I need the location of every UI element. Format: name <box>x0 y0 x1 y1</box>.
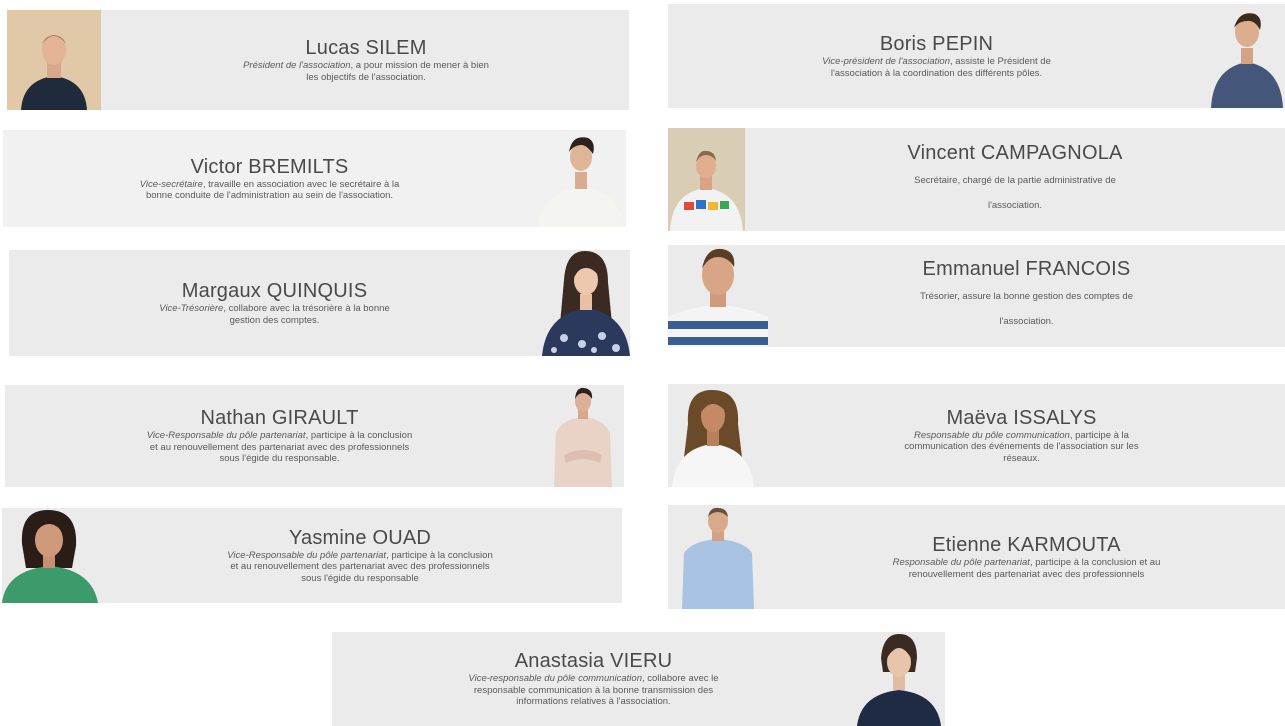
member-card-victor: Victor BREMILTS Vice-secrétaire, travail… <box>3 130 626 227</box>
member-role: Vice-secrétaire <box>139 178 203 190</box>
member-name: Maëva ISSALYS <box>946 406 1097 429</box>
member-name: Nathan GIRAULT <box>200 407 359 430</box>
member-photo-yasmine <box>2 508 98 603</box>
member-card-yasmine: Yasmine OUAD Vice-Responsable du pôle pa… <box>2 508 622 603</box>
member-role: Vice-responsable du pôle communication <box>468 673 642 685</box>
member-name: Yasmine OUAD <box>288 526 432 549</box>
member-photo-anastasia <box>853 632 945 726</box>
member-description: Vice-Responsable du pôle partenariat, pa… <box>146 430 413 465</box>
member-name: Boris PEPIN <box>879 33 994 55</box>
member-card-maeva: Maëva ISSALYS Responsable du pôle commun… <box>668 384 1285 487</box>
member-description: Secrétaire, chargé de la partie administ… <box>914 174 1116 211</box>
member-name: Victor BREMILTS <box>190 155 349 178</box>
member-photo-victor <box>536 130 626 227</box>
member-description: Vice-Trésorière, collabore avec la tréso… <box>159 303 390 326</box>
member-name: Anastasia VIERU <box>514 650 673 673</box>
member-description: Trésorier, assure la bonne gestion des c… <box>920 291 1133 327</box>
member-photo-lucas <box>7 10 101 110</box>
member-description: Vice-responsable du pôle communication, … <box>468 673 719 708</box>
member-name: Lucas SILEM <box>305 37 427 59</box>
member-description: Responsable du pôle communication, parti… <box>904 429 1139 464</box>
member-card-vincent: Vincent CAMPAGNOLA Secrétaire, chargé de… <box>668 128 1285 231</box>
member-role: Vice-président de l'association <box>822 56 950 67</box>
member-description: Président de l'association, a pour missi… <box>243 60 489 83</box>
member-photo-boris <box>1209 4 1285 108</box>
member-photo-nathan <box>542 385 624 487</box>
member-card-nathan: Nathan GIRAULT Vice-Responsable du pôle … <box>5 385 624 487</box>
member-card-lucas: Lucas SILEM Président de l'association, … <box>7 10 629 110</box>
member-role: Responsable du pôle communication <box>914 429 1070 441</box>
member-card-anastasia: Anastasia VIERU Vice-responsable du pôle… <box>332 632 945 726</box>
member-card-emmanuel: Emmanuel FRANCOIS Trésorier, assure la b… <box>668 245 1285 347</box>
member-role: Président de l'association <box>243 60 351 71</box>
member-role: Vice-Trésorière <box>159 303 224 314</box>
member-card-margaux: Margaux QUINQUIS Vice-Trésorière, collab… <box>9 250 630 356</box>
member-photo-emmanuel <box>668 245 768 347</box>
member-name: Margaux QUINQUIS <box>181 280 368 302</box>
member-role: Vice-Responsable du pôle partenariat <box>146 430 306 442</box>
member-photo-margaux <box>542 250 630 356</box>
member-card-etienne: Etienne KARMOUTA Responsable du pôle par… <box>668 505 1285 609</box>
member-description: Vice-Responsable du pôle partenariat, pa… <box>227 549 493 584</box>
member-name: Vincent CAMPAGNOLA <box>907 141 1123 164</box>
member-name: Etienne KARMOUTA <box>932 534 1121 556</box>
member-card-boris: Boris PEPIN Vice-président de l'associat… <box>668 4 1285 108</box>
member-description: Vice-secrétaire, travaille en associatio… <box>139 178 400 202</box>
member-description: Responsable du pôle partenariat, partici… <box>892 557 1161 580</box>
member-photo-etienne <box>668 505 768 609</box>
member-role: Vice-Responsable du pôle partenariat <box>227 549 387 561</box>
member-photo-vincent <box>668 128 745 231</box>
member-name: Emmanuel FRANCOIS <box>922 258 1131 280</box>
member-description: Vice-président de l'association, assiste… <box>822 56 1051 79</box>
member-photo-maeva <box>668 384 758 487</box>
member-role: Responsable du pôle partenariat <box>892 557 1030 568</box>
